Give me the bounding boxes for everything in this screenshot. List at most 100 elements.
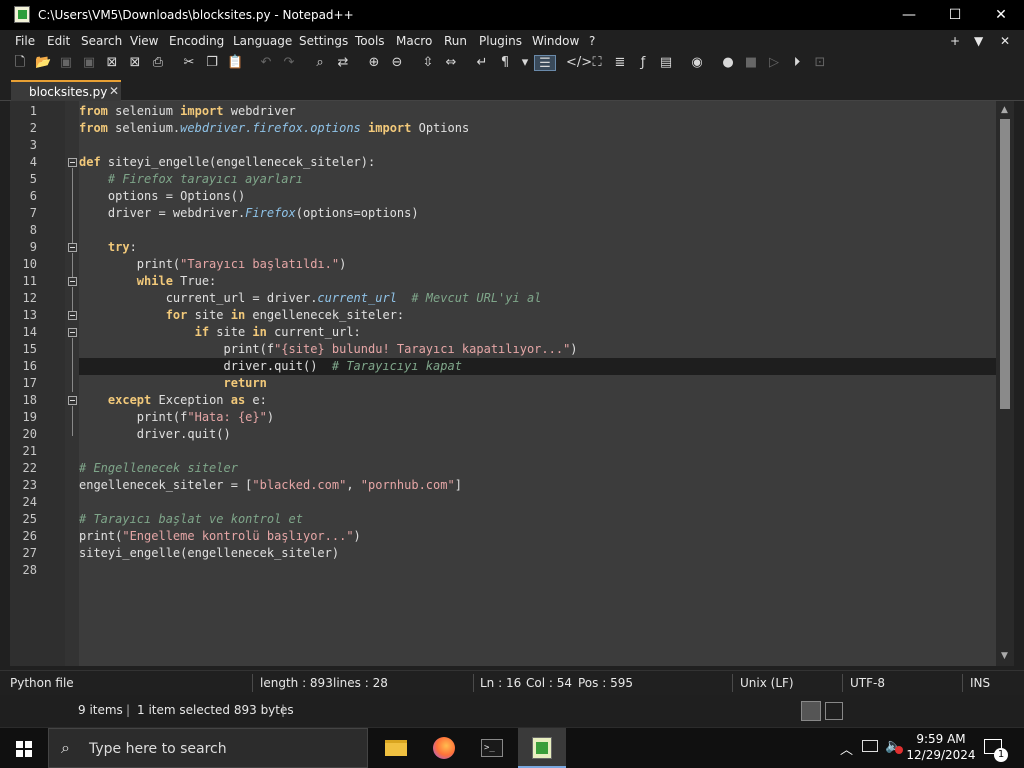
menu-run[interactable]: Run bbox=[444, 34, 467, 48]
undo-icon[interactable]: ↶ bbox=[258, 55, 274, 71]
minimize-button[interactable]: — bbox=[886, 0, 932, 30]
scrollbar-thumb[interactable] bbox=[1000, 119, 1010, 409]
taskbar-file-explorer[interactable] bbox=[372, 728, 420, 768]
code-line[interactable]: print("Engelleme kontrolü başlıyor...") bbox=[79, 528, 996, 545]
code-line[interactable]: driver = webdriver.Firefox(options=optio… bbox=[79, 205, 996, 222]
monitor-icon[interactable]: ◉ bbox=[689, 55, 705, 71]
code-line[interactable]: # Tarayıcı başlat ve kontrol et bbox=[79, 511, 996, 528]
title-bar[interactable]: C:\Users\VM5\Downloads\blocksites.py - N… bbox=[0, 0, 1024, 30]
show-chars-dropdown-icon[interactable]: ▾ bbox=[517, 55, 533, 71]
xml-tag-icon[interactable]: </> bbox=[566, 55, 592, 71]
copy-icon[interactable]: ❐ bbox=[204, 55, 220, 71]
document-map-icon[interactable]: ⛶ bbox=[589, 55, 605, 71]
fold-toggle-icon[interactable] bbox=[68, 277, 77, 286]
taskbar-search-box[interactable]: ⌕ Type here to search bbox=[48, 728, 368, 768]
play-macro-icon[interactable]: ▷ bbox=[766, 55, 782, 71]
code-line[interactable]: print("Tarayıcı başlatıldı.") bbox=[79, 256, 996, 273]
print-icon[interactable]: ⎙ bbox=[150, 55, 166, 71]
fold-toggle-icon[interactable] bbox=[68, 396, 77, 405]
code-line[interactable]: current_url = driver.current_url # Mevcu… bbox=[79, 290, 996, 307]
tab-blocksites[interactable]: blocksites.py ✕ bbox=[11, 80, 121, 101]
maximize-button[interactable]: ☐ bbox=[932, 0, 978, 30]
taskbar-firefox[interactable] bbox=[420, 728, 468, 768]
new-tab-plus-button[interactable]: + bbox=[950, 34, 960, 48]
code-line[interactable]: if site in current_url: bbox=[79, 324, 996, 341]
network-icon[interactable] bbox=[862, 740, 878, 752]
indent-guide-icon[interactable]: ☰ bbox=[534, 55, 556, 71]
details-view-icon[interactable] bbox=[801, 701, 821, 721]
find-icon[interactable]: ⌕ bbox=[312, 55, 328, 71]
save-all-icon[interactable]: ▣ bbox=[81, 55, 97, 71]
tab-close-icon[interactable]: ✕ bbox=[109, 84, 119, 98]
menu-window[interactable]: Window bbox=[532, 34, 579, 48]
menu-help[interactable]: ? bbox=[589, 34, 595, 48]
redo-icon[interactable]: ↷ bbox=[281, 55, 297, 71]
menu-macro[interactable]: Macro bbox=[396, 34, 432, 48]
save-macro-icon[interactable]: ⊡ bbox=[812, 55, 828, 71]
record-macro-icon[interactable]: ● bbox=[720, 55, 736, 71]
code-line[interactable]: def siteyi_engelle(engellenecek_siteler)… bbox=[79, 154, 996, 171]
save-icon[interactable]: ▣ bbox=[58, 55, 74, 71]
menu-edit[interactable]: Edit bbox=[47, 34, 70, 48]
sync-vertical-icon[interactable]: ⇳ bbox=[420, 55, 436, 71]
system-clock[interactable]: 9:59 AM 12/29/2024 bbox=[906, 731, 976, 763]
code-line[interactable]: for site in engellenecek_siteler: bbox=[79, 307, 996, 324]
code-line[interactable]: driver.quit() bbox=[79, 426, 996, 443]
menu-view[interactable]: View bbox=[130, 34, 158, 48]
code-line[interactable]: from selenium.webdriver.firefox.options … bbox=[79, 120, 996, 137]
close-document-button[interactable]: ✕ bbox=[1000, 34, 1010, 48]
menu-plugins[interactable]: Plugins bbox=[479, 34, 522, 48]
menu-language[interactable]: Language bbox=[233, 34, 292, 48]
fold-toggle-icon[interactable] bbox=[68, 328, 77, 337]
fold-toggle-icon[interactable] bbox=[68, 311, 77, 320]
menu-search[interactable]: Search bbox=[81, 34, 122, 48]
menu-encoding[interactable]: Encoding bbox=[169, 34, 224, 48]
scroll-up-arrow-icon[interactable]: ▲ bbox=[1001, 105, 1008, 115]
show-hidden-icons-chevron-icon[interactable]: ︿ bbox=[840, 739, 853, 758]
code-line[interactable]: except Exception as e: bbox=[79, 392, 996, 409]
vertical-scrollbar[interactable]: ▲ ▼ bbox=[996, 101, 1014, 666]
cut-icon[interactable]: ✂ bbox=[181, 55, 197, 71]
close-window-button[interactable]: ✕ bbox=[978, 0, 1024, 30]
code-line[interactable]: while True: bbox=[79, 273, 996, 290]
code-line[interactable]: print(f"{site} bulundu! Tarayıcı kapatıl… bbox=[79, 341, 996, 358]
code-line[interactable]: try: bbox=[79, 239, 996, 256]
replace-icon[interactable]: ⇄ bbox=[335, 55, 351, 71]
stop-macro-icon[interactable]: ■ bbox=[743, 55, 759, 71]
menu-tools[interactable]: Tools bbox=[355, 34, 385, 48]
tab-list-dropdown[interactable]: ▼ bbox=[974, 34, 983, 48]
taskbar-notepadpp[interactable] bbox=[518, 728, 566, 768]
code-line[interactable]: engellenecek_siteler = ["blacked.com", "… bbox=[79, 477, 996, 494]
scroll-down-arrow-icon[interactable]: ▼ bbox=[1001, 651, 1008, 661]
code-line[interactable]: # Firefox tarayıcı ayarları bbox=[79, 171, 996, 188]
code-line[interactable]: options = Options() bbox=[79, 188, 996, 205]
code-line[interactable]: from selenium import webdriver bbox=[79, 103, 996, 120]
code-line[interactable]: # Engellenecek siteler bbox=[79, 460, 996, 477]
paste-icon[interactable]: 📋 bbox=[227, 55, 243, 71]
folder-workspace-icon[interactable]: ▤ bbox=[658, 55, 674, 71]
fx-icon[interactable]: ƒ bbox=[635, 55, 651, 71]
code-line[interactable]: siteyi_engelle(engellenecek_siteler) bbox=[79, 545, 996, 562]
open-file-icon[interactable]: 📂 bbox=[35, 55, 51, 71]
large-icons-view-icon[interactable] bbox=[825, 702, 843, 720]
zoom-out-icon[interactable]: ⊖ bbox=[389, 55, 405, 71]
new-file-icon[interactable]: 🗋 bbox=[12, 55, 28, 71]
code-editor[interactable]: 1 2 3 4 5 6 7 8 9 10 11 12 13 14 15 16 1… bbox=[10, 101, 1014, 666]
notepadpp-app-icon[interactable] bbox=[14, 6, 30, 23]
fold-toggle-icon[interactable] bbox=[68, 158, 77, 167]
menu-settings[interactable]: Settings bbox=[299, 34, 348, 48]
word-wrap-icon[interactable]: ↵ bbox=[474, 55, 490, 71]
start-button[interactable] bbox=[0, 728, 48, 768]
taskbar-terminal[interactable]: >_ bbox=[468, 728, 516, 768]
code-line[interactable]: print(f"Hata: {e}") bbox=[79, 409, 996, 426]
zoom-in-icon[interactable]: ⊕ bbox=[366, 55, 382, 71]
current-code-line[interactable]: driver.quit() # Tarayıcıyı kapat bbox=[79, 358, 996, 375]
show-all-chars-icon[interactable]: ¶ bbox=[497, 55, 513, 71]
fold-toggle-icon[interactable] bbox=[68, 243, 77, 252]
sync-horizontal-icon[interactable]: ⇔ bbox=[443, 55, 459, 71]
close-icon[interactable]: ⊠ bbox=[104, 55, 120, 71]
code-line[interactable]: return bbox=[79, 375, 996, 392]
function-list-icon[interactable]: ≣ bbox=[612, 55, 628, 71]
run-macro-icon[interactable]: ⏵ bbox=[789, 55, 805, 71]
menu-file[interactable]: File bbox=[15, 34, 35, 48]
